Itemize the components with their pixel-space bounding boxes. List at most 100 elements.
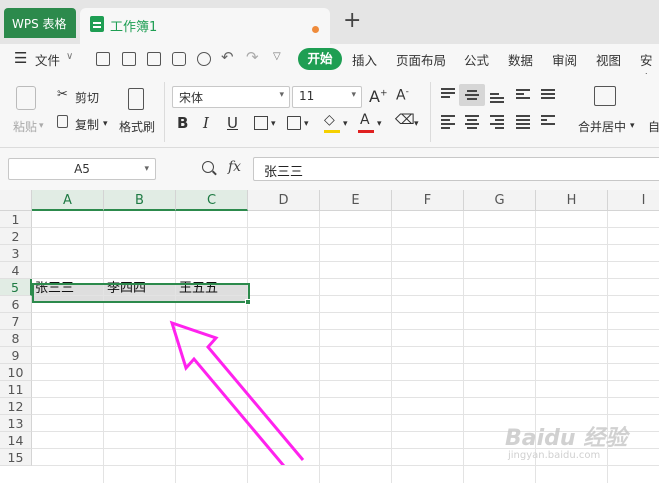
fill-color-chevron-icon[interactable]: ▾ [343,119,348,129]
print-icon[interactable] [172,52,186,66]
font-color-icon[interactable]: A [360,112,370,128]
tab-start[interactable]: 开始 [298,48,342,70]
row-header-10[interactable]: 10 [0,364,32,381]
row-header-15[interactable]: 15 [0,449,32,466]
row-gridline [32,278,659,279]
row-header-13[interactable]: 13 [0,415,32,432]
align-middle-icon[interactable] [465,90,479,102]
merge-center-chevron-icon[interactable]: ▾ [630,121,635,131]
app-tab[interactable]: WPS 表格 [4,8,76,38]
hamburger-menu-icon[interactable]: ☰ [14,49,27,67]
paste-chevron-icon[interactable]: ▾ [39,121,44,131]
save-icon[interactable] [122,52,136,66]
export-pdf-icon[interactable] [147,52,161,66]
column-header-g[interactable]: G [464,190,536,211]
align-center-icon[interactable] [465,115,479,131]
merge-center-button[interactable]: 合并居中 [578,118,626,135]
tab-page-layout[interactable]: 页面布局 [396,50,446,69]
name-box-value: A5 [74,162,90,176]
merge-center-icon[interactable] [594,86,616,106]
align-right-icon[interactable] [490,115,504,131]
file-dropdown-chevron-icon[interactable]: ∨ [66,51,73,62]
quick-access-chevron-icon[interactable]: ▽ [273,51,281,62]
row-gridline [32,312,659,313]
baidu-watermark-url: jingyan.baidu.com [508,450,601,461]
row-header-12[interactable]: 12 [0,398,32,415]
tab-data[interactable]: 数据 [508,50,533,69]
formula-input[interactable]: 张三三 [253,157,659,181]
font-size-select[interactable]: 11 ▾ [292,86,362,108]
row-header-14[interactable]: 14 [0,432,32,449]
copy-button[interactable]: 复制 [75,116,99,133]
clear-chevron-icon[interactable]: ▾ [414,119,419,129]
undo-icon[interactable]: ↶ [221,48,234,66]
cut-button[interactable]: 剪切 [75,89,99,106]
align-left-icon[interactable] [441,115,455,131]
font-name-select[interactable]: 宋体 ▾ [172,86,290,108]
fill-handle[interactable] [245,299,251,305]
underline-button[interactable]: U [227,114,238,132]
column-header-f[interactable]: F [392,190,464,211]
new-tab-button[interactable]: + [343,8,361,33]
row-header-6[interactable]: 6 [0,296,32,313]
row-header-7[interactable]: 7 [0,313,32,330]
cell-style-chevron-icon[interactable]: ▾ [304,119,309,129]
tab-view[interactable]: 视图 [596,50,621,69]
distributed-align-icon[interactable] [541,115,555,127]
text-direction-icon[interactable] [516,89,530,101]
auto-wrap-button[interactable]: 自 [648,118,659,135]
select-all-corner[interactable] [0,190,32,211]
tab-formulas[interactable]: 公式 [464,50,489,69]
font-color-chevron-icon[interactable]: ▾ [377,119,382,129]
open-folder-icon[interactable] [96,52,110,66]
menu-file[interactable]: 文件 [35,50,60,69]
row-header-5[interactable]: 5 [0,279,32,296]
row-header-8[interactable]: 8 [0,330,32,347]
eraser-icon[interactable]: ⌫ [395,112,415,128]
text-orientation-icon[interactable] [541,89,555,101]
redo-icon[interactable]: ↷ [246,48,259,66]
increase-font-size-icon[interactable]: A+ [369,87,388,106]
fill-color-icon[interactable]: ◇ [324,112,335,128]
bold-button[interactable]: B [177,114,188,132]
row-header-3[interactable]: 3 [0,245,32,262]
column-header-e[interactable]: E [320,190,392,211]
zoom-search-icon[interactable] [202,161,214,173]
cell-selection-box [32,283,250,303]
row-gridline [32,346,659,347]
copy-chevron-icon[interactable]: ▾ [103,119,108,129]
copy-icon [57,115,68,128]
menu-bar: ☰ 文件 ∨ ↶ ↷ ▽ 开始 插入 页面布局 公式 数据 审阅 视图 安全 [0,44,659,87]
row-gridline [32,329,659,330]
column-header-a[interactable]: A [32,190,104,211]
cell-style-icon[interactable] [287,116,301,130]
paste-icon[interactable] [16,86,36,110]
italic-button[interactable]: I [203,114,209,132]
document-tab[interactable]: 工作簿1 [80,8,330,44]
borders-icon[interactable] [254,116,268,130]
tab-review[interactable]: 审阅 [552,50,577,69]
align-bottom-icon[interactable] [490,93,504,105]
column-header-h[interactable]: H [536,190,608,211]
decrease-font-size-icon[interactable]: A- [396,87,409,104]
column-header-i[interactable]: I [608,190,659,211]
tab-insert[interactable]: 插入 [352,50,377,69]
column-header-d[interactable]: D [248,190,320,211]
align-top-icon[interactable] [441,88,455,100]
name-box[interactable]: A5 ▾ [8,158,156,180]
row-header-9[interactable]: 9 [0,347,32,364]
row-header-1[interactable]: 1 [0,211,32,228]
row-gridline [32,414,659,415]
paste-button[interactable]: 粘贴 [13,118,37,135]
row-header-4[interactable]: 4 [0,262,32,279]
column-header-b[interactable]: B [104,190,176,211]
justify-icon[interactable] [516,115,530,131]
row-header-2[interactable]: 2 [0,228,32,245]
format-painter-button[interactable]: 格式刷 [119,118,155,135]
column-header-c[interactable]: C [176,190,248,211]
print-preview-icon[interactable] [197,52,211,66]
borders-chevron-icon[interactable]: ▾ [271,119,276,129]
document-tab-title: 工作簿1 [110,20,158,35]
insert-function-button[interactable]: fx [228,159,241,175]
row-header-11[interactable]: 11 [0,381,32,398]
